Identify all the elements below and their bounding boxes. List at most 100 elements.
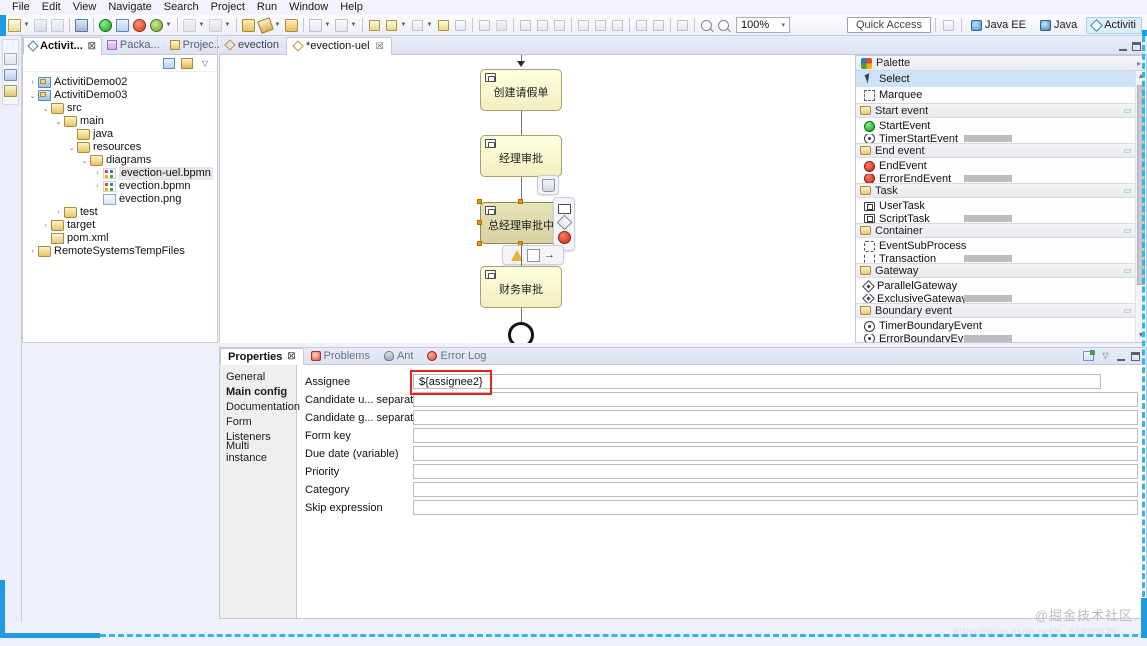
open-type-button[interactable] bbox=[115, 17, 130, 33]
tree-item[interactable]: ⌄ src bbox=[23, 102, 217, 115]
property-input-priority[interactable] bbox=[413, 464, 1138, 479]
palette-item-startevent[interactable]: StartEvent bbox=[856, 118, 1135, 134]
menu-window[interactable]: Window bbox=[283, 0, 334, 15]
align-bottom-button[interactable] bbox=[610, 17, 625, 33]
properties-side-tabs[interactable]: General Main config Documentation Form Liste… bbox=[220, 365, 300, 618]
properties-tab-main-config[interactable]: Main config bbox=[220, 384, 296, 399]
palette-drawer-start-event[interactable]: Start event ▭ bbox=[856, 103, 1135, 118]
minimize-icon[interactable] bbox=[1119, 45, 1127, 51]
palette-item-errorboundaryevent[interactable]: ErrorBoundaryEvent bbox=[856, 334, 1135, 342]
palette-item-endevent[interactable]: EndEvent bbox=[856, 158, 1135, 174]
property-input-candidate-u-separated[interactable] bbox=[413, 392, 1138, 407]
collapse-drawer-icon[interactable]: ▭ bbox=[1123, 266, 1131, 275]
bpmn-end-event[interactable] bbox=[508, 322, 534, 343]
tree-item[interactable]: java bbox=[23, 128, 217, 141]
document-icon[interactable] bbox=[527, 248, 540, 262]
align-middle-button[interactable] bbox=[593, 17, 608, 33]
perspective-java-ee[interactable]: Java EE bbox=[966, 17, 1031, 34]
next-annotation-button[interactable] bbox=[384, 17, 399, 33]
collapse-drawer-icon[interactable]: ▭ bbox=[1123, 146, 1131, 155]
package-view-icon[interactable] bbox=[4, 85, 17, 97]
collapse-drawer-icon[interactable]: ▭ bbox=[1123, 106, 1131, 115]
drag-handle[interactable]: ⋮⋮ bbox=[3, 43, 18, 49]
expand-arrow-icon[interactable]: › bbox=[53, 209, 64, 216]
tab-ant[interactable]: Ant bbox=[377, 347, 421, 364]
align-top-button[interactable] bbox=[576, 17, 591, 33]
external-tools-dropdown-arrow[interactable]: ▼ bbox=[274, 17, 281, 33]
palette-drawer-boundary-event[interactable]: Boundary event ▭ bbox=[856, 303, 1135, 318]
menu-view[interactable]: View bbox=[67, 0, 103, 15]
menu-run[interactable]: Run bbox=[251, 0, 283, 15]
maximize-icon[interactable] bbox=[1131, 352, 1140, 361]
coverage-button[interactable] bbox=[182, 17, 197, 33]
save-button[interactable] bbox=[33, 17, 48, 33]
view-menu-icon[interactable]: ▽ bbox=[1100, 351, 1111, 361]
tree-item[interactable]: › ActivitiDemo02 bbox=[23, 76, 217, 89]
tree-item[interactable]: ⌄ resources bbox=[23, 141, 217, 154]
new-properties-view-icon[interactable] bbox=[1083, 350, 1095, 361]
sequence-flow-arrow-icon[interactable]: → bbox=[544, 249, 555, 261]
delete-icon[interactable] bbox=[541, 178, 555, 192]
forward-dropdown-arrow[interactable]: ▼ bbox=[426, 17, 433, 33]
menu-navigate[interactable]: Navigate bbox=[102, 0, 157, 15]
properties-tab-general[interactable]: General bbox=[220, 369, 296, 384]
project-tree[interactable]: › ActivitiDemo02 ⌄ ActivitiDemo03 ⌄ src ⌄ main j… bbox=[23, 72, 217, 340]
collapse-drawer-icon[interactable]: ▭ bbox=[1123, 186, 1131, 195]
perspective-activiti[interactable]: Activiti bbox=[1086, 16, 1142, 34]
quick-access-input[interactable]: Quick Access bbox=[846, 17, 931, 33]
menu-file[interactable]: File bbox=[6, 0, 36, 15]
tab-properties[interactable]: Properties ☒ bbox=[220, 348, 304, 365]
gateway-icon[interactable] bbox=[556, 214, 572, 231]
property-input-form-key[interactable] bbox=[413, 428, 1138, 443]
palette-item-timerstartevent[interactable]: TimerStartEvent bbox=[856, 134, 1135, 143]
resize-handle-n[interactable] bbox=[518, 199, 523, 204]
align-center-button[interactable] bbox=[535, 17, 550, 33]
palette-list[interactable]: Select Marquee Start event ▭ StartEvent Timer… bbox=[856, 71, 1135, 342]
tab-problems[interactable]: Problems bbox=[304, 347, 377, 364]
run-button[interactable] bbox=[149, 17, 164, 33]
fit-page-button[interactable] bbox=[675, 17, 690, 33]
palette-item-transaction[interactable]: Transaction bbox=[856, 254, 1135, 263]
open-task-button[interactable] bbox=[334, 17, 349, 33]
match-width-button[interactable] bbox=[634, 17, 649, 33]
zoom-out-button[interactable] bbox=[699, 17, 714, 33]
palette-item-exclusivegateway[interactable]: ExclusiveGateway bbox=[856, 294, 1135, 303]
close-icon[interactable]: ☒ bbox=[287, 351, 295, 362]
menu-help[interactable]: Help bbox=[334, 0, 369, 15]
tree-item[interactable]: › RemoteSystemsTempFiles bbox=[23, 245, 217, 258]
menu-edit[interactable]: Edit bbox=[36, 0, 67, 15]
collapse-drawer-icon[interactable]: ▭ bbox=[1123, 226, 1131, 235]
collapse-arrow-icon[interactable]: ⌄ bbox=[27, 92, 38, 100]
collapse-arrow-icon[interactable]: ⌄ bbox=[66, 144, 77, 152]
palette-drawer-end-event[interactable]: End event ▭ bbox=[856, 143, 1135, 158]
perspective-java[interactable]: Java bbox=[1035, 17, 1082, 34]
tree-item[interactable]: › evection.bpmn bbox=[23, 180, 217, 193]
minimize-icon[interactable] bbox=[1117, 355, 1125, 361]
palette-item-errorendevent[interactable]: ErrorEndEvent bbox=[856, 174, 1135, 183]
expand-arrow-icon[interactable]: › bbox=[40, 222, 51, 229]
end-event-icon[interactable] bbox=[557, 231, 571, 244]
expand-arrow-icon[interactable]: › bbox=[27, 79, 38, 86]
palette-item-timerboundaryevent[interactable]: TimerBoundaryEvent bbox=[856, 318, 1135, 334]
bpmn-task-create-leave-request[interactable]: 创建请假单 bbox=[480, 69, 562, 111]
maximize-icon[interactable] bbox=[1132, 42, 1141, 51]
tab-package-explorer[interactable]: Packa... bbox=[102, 36, 165, 54]
menu-project[interactable]: Project bbox=[205, 0, 251, 15]
palette-item-scripttask[interactable]: ScriptTask bbox=[856, 214, 1135, 223]
context-pad-top[interactable] bbox=[537, 175, 559, 195]
open-task-dropdown-arrow[interactable]: ▼ bbox=[350, 17, 357, 33]
collapse-arrow-icon[interactable]: ⌄ bbox=[79, 157, 90, 165]
previous-annotation-button[interactable] bbox=[367, 17, 382, 33]
property-input-skip-expression[interactable] bbox=[413, 500, 1138, 515]
match-height-button[interactable] bbox=[651, 17, 666, 33]
debug-button[interactable] bbox=[132, 17, 147, 33]
palette-item-select[interactable]: Select bbox=[856, 71, 1135, 87]
tree-item[interactable]: pom.xml bbox=[23, 232, 217, 245]
expand-arrow-icon[interactable]: › bbox=[27, 248, 38, 255]
expand-arrow-icon[interactable]: › bbox=[92, 170, 103, 177]
bpmn-task-manager-approval[interactable]: 经理审批 bbox=[480, 135, 562, 177]
outline-view-icon[interactable] bbox=[4, 69, 17, 81]
restore-view-icon[interactable] bbox=[4, 53, 17, 65]
properties-tab-documentation[interactable]: Documentation bbox=[220, 399, 300, 414]
tree-item[interactable]: › target bbox=[23, 219, 217, 232]
